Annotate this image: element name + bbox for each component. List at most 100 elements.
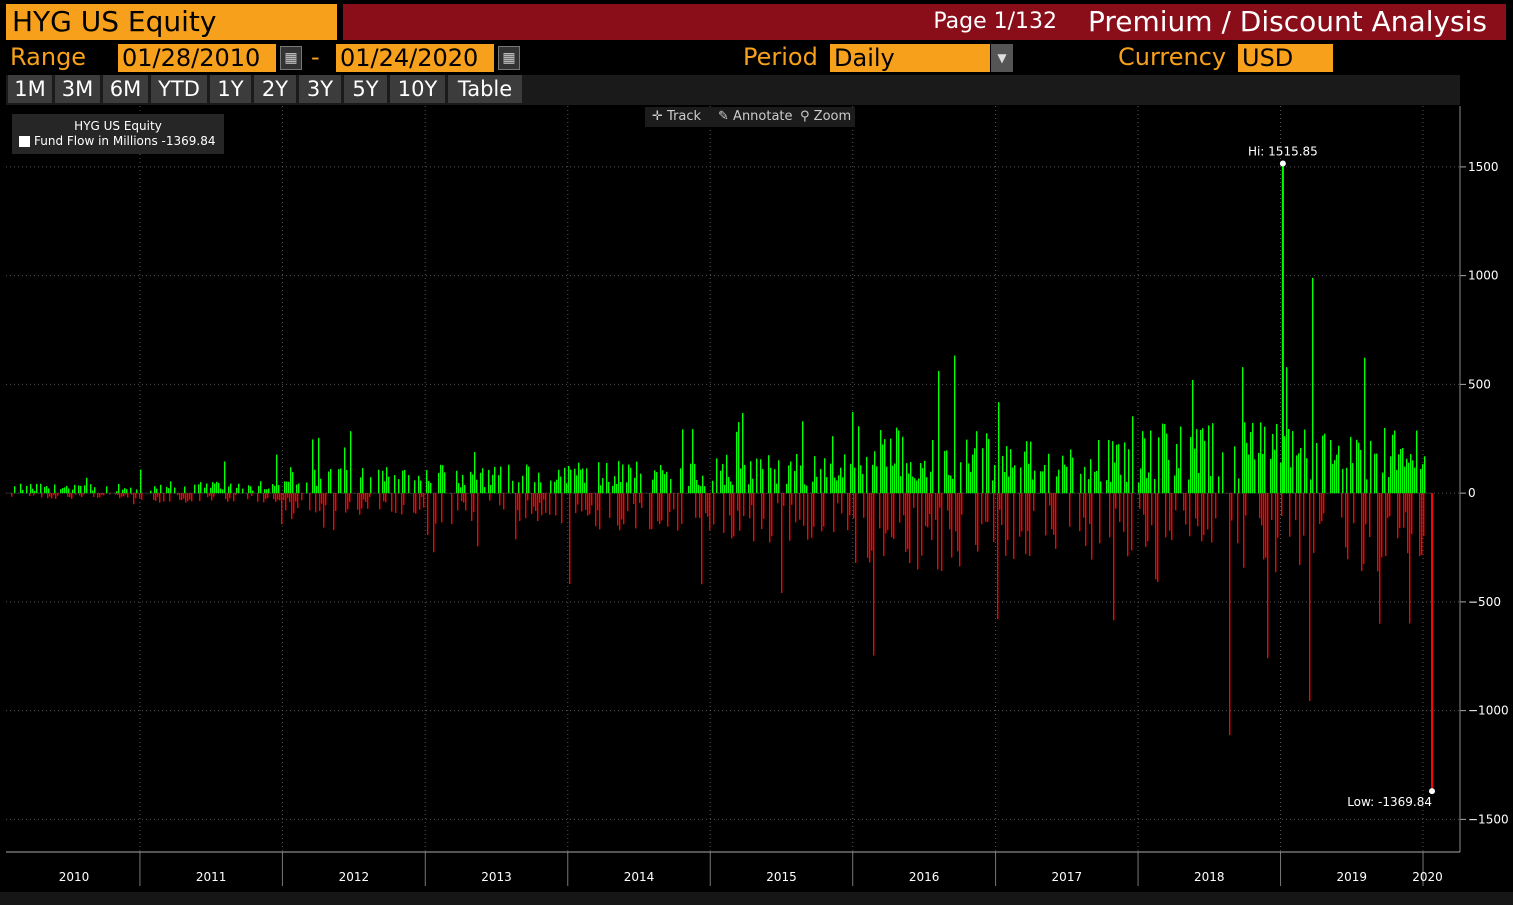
negative-bar xyxy=(537,493,539,521)
negative-bar xyxy=(33,493,35,496)
positive-bar xyxy=(1108,439,1110,494)
negative-bar xyxy=(909,493,911,564)
negative-bar xyxy=(599,493,601,530)
negative-bar xyxy=(1145,493,1147,547)
positive-bar xyxy=(168,488,170,494)
positive-bar xyxy=(214,483,216,494)
negative-bar xyxy=(177,493,179,496)
negative-bar xyxy=(955,493,957,532)
negative-bar xyxy=(627,493,629,511)
positive-bar xyxy=(1112,441,1114,494)
positive-bar xyxy=(250,486,252,494)
positive-bar xyxy=(1396,470,1398,494)
positive-bar xyxy=(614,476,616,494)
positive-bar xyxy=(264,489,266,494)
negative-bar xyxy=(287,493,289,498)
positive-bar xyxy=(812,481,814,494)
negative-bar xyxy=(1341,493,1343,518)
positive-bar xyxy=(1056,476,1058,494)
positive-bar xyxy=(78,485,80,494)
positive-bar xyxy=(1166,433,1168,494)
negative-bar xyxy=(1403,493,1405,528)
positive-bar xyxy=(482,468,484,494)
negative-bar xyxy=(213,493,215,497)
negative-bar xyxy=(849,493,851,516)
negative-bar xyxy=(847,493,849,531)
negative-bar xyxy=(133,493,135,505)
negative-bar xyxy=(153,493,155,501)
negative-bar xyxy=(1143,493,1145,515)
negative-bar xyxy=(119,493,121,499)
positive-bar xyxy=(1274,449,1276,494)
zoom-tool[interactable]: ⚲ Zoom xyxy=(800,109,851,124)
negative-bar xyxy=(1263,493,1265,560)
positive-bar xyxy=(118,483,120,494)
positive-bar xyxy=(472,474,474,494)
negative-bar xyxy=(367,493,369,509)
positive-bar xyxy=(228,486,230,494)
track-tool[interactable]: ✛ Track xyxy=(652,109,701,124)
positive-bar xyxy=(702,475,704,494)
positive-bar xyxy=(1210,476,1212,494)
positive-bar xyxy=(700,486,702,494)
negative-bar xyxy=(783,493,785,506)
positive-bar xyxy=(960,462,962,494)
negative-bar xyxy=(1115,493,1117,509)
positive-bar xyxy=(318,437,320,494)
positive-bar xyxy=(560,476,562,494)
x-tick-label: 2017 xyxy=(1052,870,1083,884)
annotate-tool[interactable]: ✎ Annotate xyxy=(718,109,793,124)
positive-bar xyxy=(1028,463,1030,494)
positive-bar xyxy=(198,484,200,494)
negative-bar xyxy=(1183,493,1185,511)
negative-bar xyxy=(315,493,317,513)
negative-bar xyxy=(1085,493,1087,546)
positive-bar xyxy=(748,484,750,494)
negative-bar xyxy=(51,493,53,499)
positive-bar xyxy=(508,464,510,494)
negative-bar xyxy=(357,493,359,510)
positive-bar xyxy=(160,484,162,494)
positive-bar xyxy=(844,454,846,494)
negative-bar xyxy=(233,493,235,502)
negative-bar xyxy=(1271,493,1273,521)
negative-bar xyxy=(463,493,465,503)
negative-bar xyxy=(435,493,437,524)
negative-bar xyxy=(275,493,277,502)
negative-bar xyxy=(141,493,143,500)
negative-bar xyxy=(743,493,745,517)
positive-bar xyxy=(238,483,240,494)
negative-bar xyxy=(863,493,865,518)
positive-bar xyxy=(1164,424,1166,494)
negative-bar xyxy=(169,493,171,502)
positive-bar xyxy=(1250,432,1252,494)
positive-bar xyxy=(106,486,108,494)
positive-bar xyxy=(1132,416,1134,494)
positive-bar xyxy=(1190,436,1192,494)
negative-bar xyxy=(885,493,887,534)
positive-bar xyxy=(1410,454,1412,494)
positive-bar xyxy=(1398,454,1400,494)
positive-bar xyxy=(1238,478,1240,494)
negative-bar xyxy=(641,493,643,508)
x-tick-label: 2016 xyxy=(909,870,940,884)
negative-bar xyxy=(587,493,589,516)
positive-bar xyxy=(1096,470,1098,494)
positive-bar xyxy=(586,468,588,494)
positive-bar xyxy=(1154,479,1156,494)
positive-bar xyxy=(378,469,380,494)
positive-bar xyxy=(266,489,268,494)
positive-bar xyxy=(1100,481,1102,494)
positive-bar xyxy=(728,477,730,494)
negative-bar xyxy=(67,493,69,497)
positive-bar xyxy=(564,467,566,494)
negative-bar xyxy=(799,493,801,520)
positive-bar xyxy=(346,469,348,494)
positive-bar xyxy=(1424,456,1426,494)
positive-bar xyxy=(194,484,196,494)
positive-bar xyxy=(950,475,952,494)
positive-bar xyxy=(924,460,926,494)
positive-bar xyxy=(362,468,364,494)
positive-bar xyxy=(538,472,540,494)
y-tick-label: 1000 xyxy=(1468,269,1499,283)
